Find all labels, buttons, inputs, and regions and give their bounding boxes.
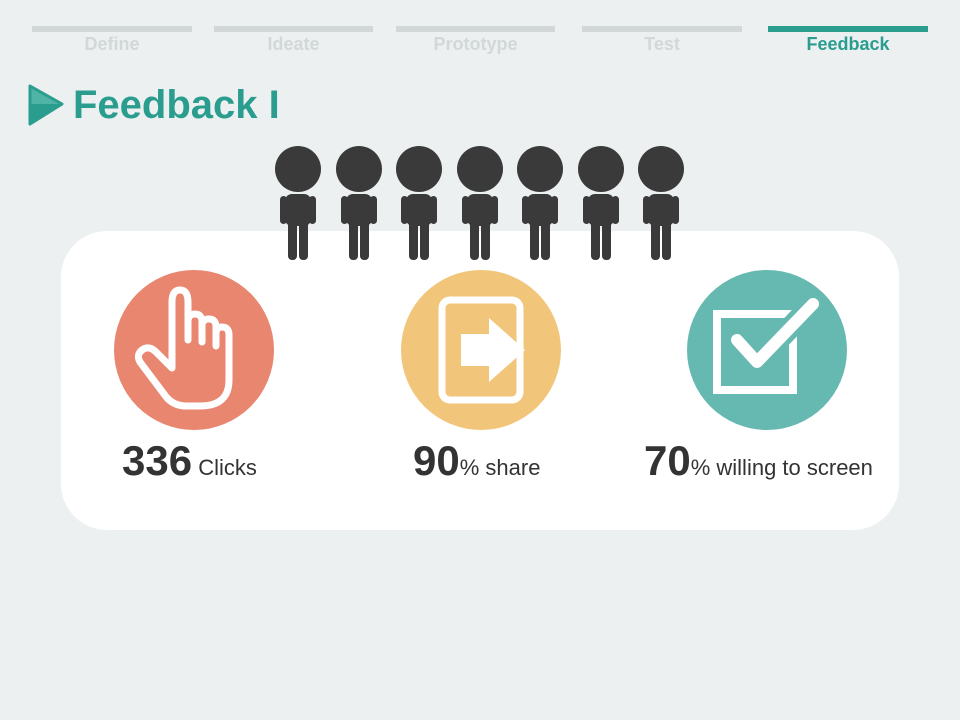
stage-label: Feedback <box>806 34 890 54</box>
metric-clicks: 336 Clicks <box>122 436 257 493</box>
exit-arrow-icon <box>401 270 561 430</box>
person-icon <box>333 146 385 262</box>
checkbox-check-icon <box>687 270 847 430</box>
stage-define[interactable]: Define <box>32 26 192 56</box>
pointer-hand-icon <box>114 270 274 430</box>
stage-test[interactable]: Test <box>582 26 742 56</box>
metric-value: 336 <box>122 437 193 484</box>
person-icon <box>635 146 687 262</box>
stage-label: Prototype <box>433 34 518 54</box>
stage-bar <box>214 26 373 32</box>
stage-bar <box>396 26 555 32</box>
metric-label: % share <box>459 455 541 480</box>
person-icon <box>454 146 506 262</box>
person-icon <box>514 146 566 262</box>
person-icon <box>393 146 445 262</box>
stage-label: Test <box>644 34 680 54</box>
people-row <box>272 146 688 266</box>
play-arrow-icon <box>28 84 64 126</box>
stage-bar <box>582 26 742 32</box>
stage-prototype[interactable]: Prototype <box>396 26 555 56</box>
stage-ideate[interactable]: Ideate <box>214 26 373 56</box>
metric-screen: 70% willing to screen <box>644 436 873 493</box>
stage-bar <box>32 26 192 32</box>
stage-bar <box>768 26 928 32</box>
metric-label: % willing to screen <box>690 455 873 480</box>
metric-value: 90 <box>413 437 460 484</box>
person-icon <box>272 146 324 262</box>
stage-label: Ideate <box>267 34 320 54</box>
metric-value: 70 <box>644 437 691 484</box>
page-title: Feedback I <box>73 83 280 127</box>
stage-feedback[interactable]: Feedback <box>768 26 928 56</box>
stage-label: Define <box>84 34 140 54</box>
metric-label: Clicks <box>192 455 257 480</box>
metric-share: 90% share <box>413 436 540 493</box>
stage-nav: Define Ideate Prototype Test Feedback <box>0 26 960 56</box>
person-icon <box>575 146 627 262</box>
